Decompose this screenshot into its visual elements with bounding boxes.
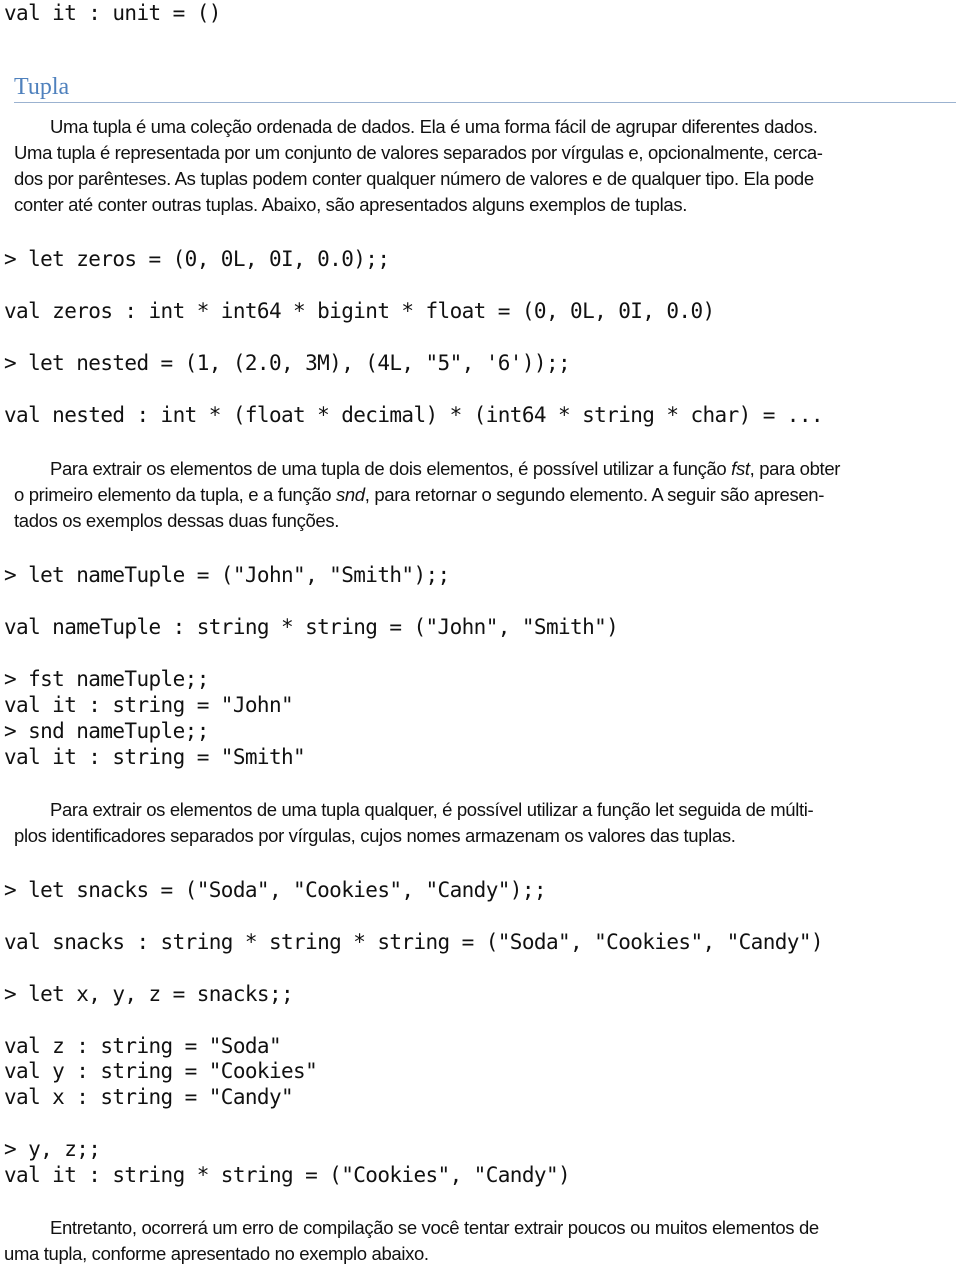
text-span: Para extrair os elementos de uma tupla d… [50,458,732,479]
paragraph-line: plos identificadores separados por vírgu… [14,825,736,846]
code-line: > let x, y, z = snacks;; [4,982,294,1006]
function-name-snd: snd [335,484,365,505]
text-span: o primeiro elemento da tupla, e a função [14,484,336,505]
paragraph-line: Uma tupla é representada por um conjunto… [14,142,823,163]
function-name-fst: fst [731,458,750,479]
paragraph-line: Uma tupla é uma coleção ordenada de dado… [50,116,818,137]
code-line: > fst nameTuple;; [4,667,209,691]
heading-underline [14,102,956,103]
code-line: > snd nameTuple;; [4,719,209,743]
code-line: val nameTuple : string * string = ("John… [4,615,619,639]
paragraph-line: Para extrair os elementos de uma tupla d… [50,456,840,482]
code-line: > let nameTuple = ("John", "Smith");; [4,563,450,587]
code-line: > y, z;; [4,1137,101,1161]
paragraph-line: Para extrair os elementos de uma tupla q… [50,799,814,820]
code-line: val nested : int * (float * decimal) * (… [4,403,824,427]
paragraph-line: uma tupla, conforme apresentado no exemp… [4,1243,429,1264]
paragraph-line: o primeiro elemento da tupla, e a função… [14,482,824,508]
code-line: val it : string * string = ("Cookies", "… [4,1163,571,1187]
code-line: val y : string = "Cookies" [4,1059,318,1083]
code-line: > let snacks = ("Soda", "Cookies", "Cand… [4,878,547,902]
code-line: > let zeros = (0, 0L, 0I, 0.0);; [4,247,390,271]
section-heading: Tupla [14,74,70,100]
code-line: val it : string = "John" [4,693,294,717]
code-line: > let nested = (1, (2.0, 3M), (4L, "5", … [4,351,571,375]
text-span: , para obter [749,458,841,479]
paragraph-line: dos por parênteses. As tuplas podem cont… [14,168,814,189]
code-line: val zeros : int * int64 * bigint * float… [4,299,715,323]
code-line: val snacks : string * string * string = … [4,930,824,954]
paragraph-line: tados os exemplos dessas duas funções. [14,510,340,531]
paragraph-line: conter até conter outras tuplas. Abaixo,… [14,194,688,215]
code-line: val x : string = "Candy" [4,1085,294,1109]
code-line: val it : string = "Smith" [4,745,306,769]
code-line: val z : string = "Soda" [4,1034,282,1058]
paragraph-line: Entretanto, ocorrerá um erro de compilaç… [50,1217,819,1238]
text-span: , para retornar o segundo elemento. A se… [364,484,825,505]
code-line-unit-result: val it : unit = () [4,1,221,25]
